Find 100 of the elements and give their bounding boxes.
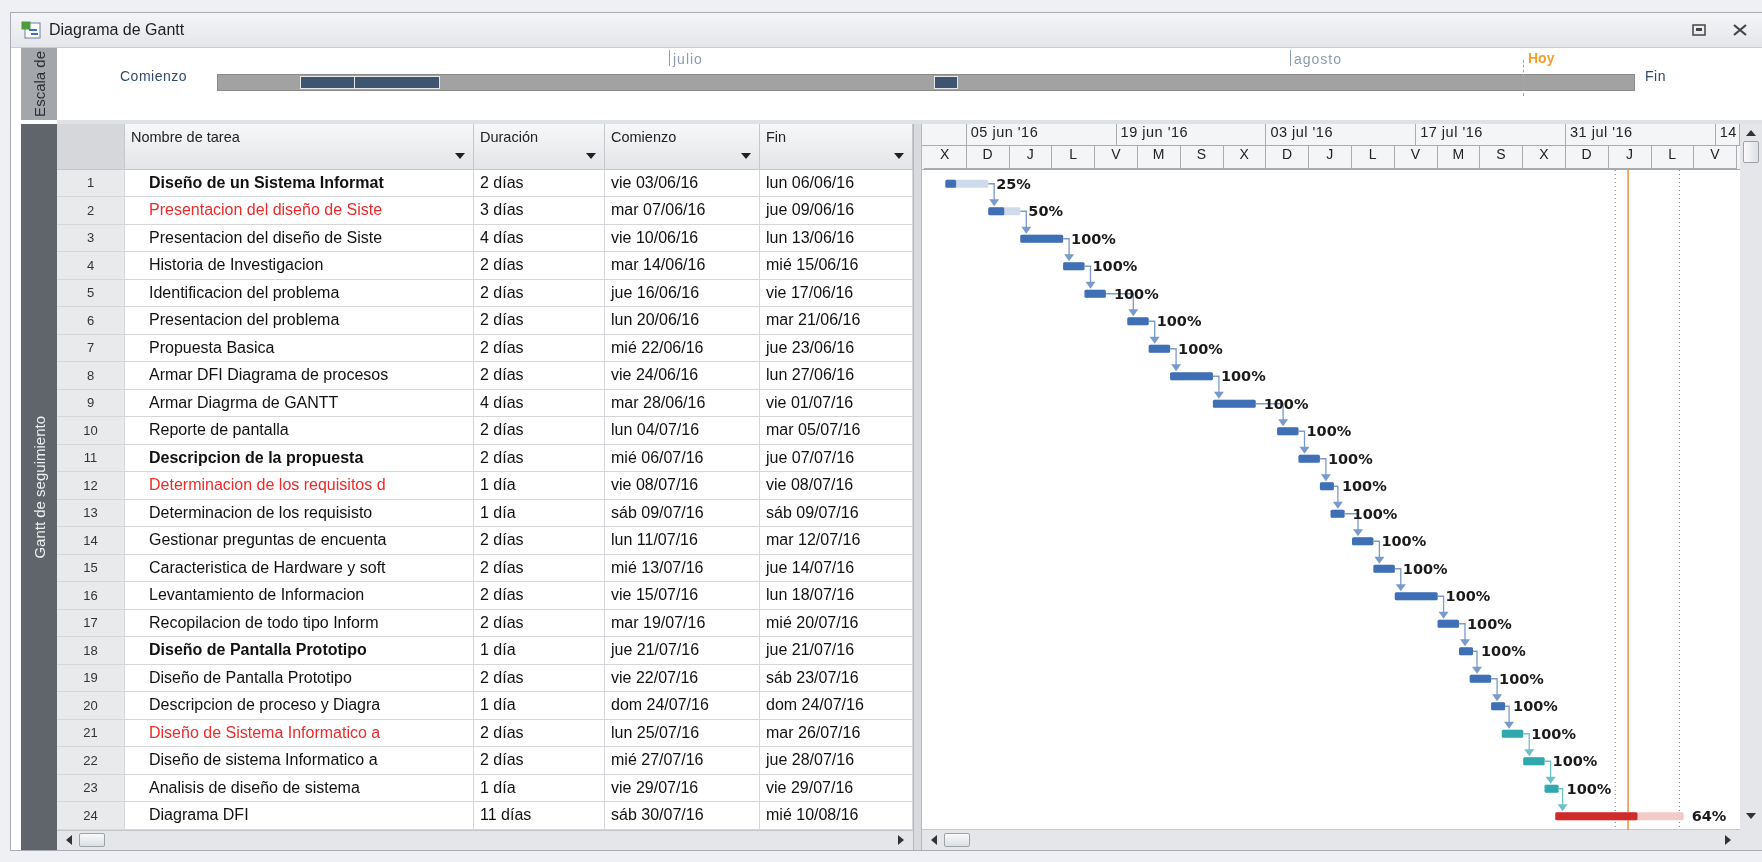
row-number: 18 — [57, 637, 125, 665]
table-cell: Gestionar preguntas de encuenta — [125, 527, 474, 555]
task-bar[interactable] — [1319, 482, 1334, 491]
side-panel-tab[interactable]: Escala de — [21, 48, 57, 120]
table-cell: vie 10/06/16 — [605, 224, 760, 253]
task-bar[interactable] — [1127, 317, 1149, 326]
percent-label: 100% — [1092, 258, 1138, 275]
row-number: 9 — [57, 389, 125, 418]
scrollbar-thumb[interactable] — [944, 833, 970, 847]
scrollbar-thumb[interactable] — [1743, 141, 1759, 163]
table-cell: 11 días — [474, 802, 605, 830]
task-bar[interactable] — [1394, 592, 1438, 601]
table-cell: 2 días — [474, 719, 605, 748]
task-bar[interactable] — [1501, 729, 1524, 738]
caret-icon[interactable] — [741, 152, 751, 159]
table-cell: 1 día — [474, 774, 605, 803]
start-label: Comienzo — [120, 68, 188, 84]
table-cell: lun 20/06/16 — [605, 307, 760, 335]
table-cell: 2 días — [474, 527, 605, 555]
today-label: Hoy — [1528, 50, 1555, 66]
connector-arrow — [1297, 430, 1310, 454]
row-number: 10 — [57, 417, 125, 445]
row-number: 23 — [57, 774, 125, 803]
task-bar[interactable] — [1352, 537, 1374, 546]
row-number: 5 — [57, 279, 125, 308]
task-bar[interactable] — [1459, 647, 1473, 656]
task-bar[interactable] — [945, 179, 989, 188]
task-bar[interactable] — [1063, 262, 1085, 271]
table-cell: mié 27/07/16 — [605, 747, 760, 775]
task-bar[interactable] — [1469, 674, 1492, 683]
task-bar[interactable] — [1555, 812, 1684, 821]
task-bar[interactable] — [1148, 344, 1171, 353]
table-cell: jue 16/06/16 — [605, 279, 760, 308]
column-header[interactable]: Nombre de tarea — [125, 124, 474, 169]
task-bar[interactable] — [988, 207, 1021, 216]
task-bar[interactable] — [1084, 289, 1106, 298]
table-cell: 2 días — [474, 609, 605, 638]
task-bar[interactable] — [1330, 509, 1345, 518]
scroll-left-icon[interactable] — [930, 835, 938, 845]
window-title: Diagrama de Gantt — [49, 21, 186, 39]
table-cell: Diseño de sistema Informatico a — [125, 747, 474, 775]
restore-icon[interactable] — [1692, 24, 1706, 36]
task-bar[interactable] — [1212, 399, 1256, 408]
day-header: X — [1523, 146, 1566, 169]
connector-arrow — [1543, 760, 1556, 784]
scroll-right-icon[interactable] — [897, 835, 905, 846]
table-cell: 1 día — [474, 637, 605, 665]
scrollbar-thumb[interactable] — [79, 833, 105, 848]
caret-icon[interactable] — [455, 152, 465, 159]
task-bar[interactable] — [1373, 564, 1395, 573]
percent-label: 100% — [1327, 450, 1373, 467]
side-panel-tab[interactable]: Gantt de seguimiento — [21, 124, 57, 850]
week-header: 14 — [1715, 124, 1740, 146]
task-bar[interactable] — [1523, 757, 1545, 766]
percent-label: 50% — [1028, 203, 1063, 220]
connector-arrow — [1083, 265, 1096, 289]
caret-icon[interactable] — [894, 152, 904, 159]
task-bar[interactable] — [1277, 427, 1299, 436]
scroll-right-icon[interactable] — [1724, 835, 1732, 845]
scroll-down-icon[interactable] — [1746, 812, 1756, 820]
percent-label: 100% — [1566, 780, 1612, 797]
table-cell: jue 21/07/16 — [605, 637, 760, 665]
task-bar[interactable] — [1020, 234, 1064, 243]
task-bar[interactable] — [1170, 372, 1213, 381]
task-bar[interactable] — [1491, 702, 1506, 711]
table-cell: 4 días — [474, 389, 605, 418]
month-label: agosto — [1290, 50, 1343, 66]
row-number: 20 — [57, 692, 125, 720]
table-cell: mar 19/07/16 — [605, 609, 760, 638]
table-cell: 3 días — [474, 197, 605, 225]
select-all-cell[interactable] — [57, 124, 125, 169]
day-header: S — [1180, 146, 1224, 169]
day-header: V — [1095, 146, 1138, 169]
table-cell: vie 03/06/16 — [605, 169, 760, 198]
day-header: D — [966, 146, 1010, 169]
column-header[interactable]: Comienzo — [605, 124, 760, 169]
column-header[interactable]: Duración — [474, 124, 605, 169]
scroll-left-icon[interactable] — [65, 835, 73, 846]
task-bar[interactable] — [1544, 784, 1559, 793]
percent-label: 100% — [1178, 340, 1223, 357]
scroll-up-icon[interactable] — [1746, 129, 1756, 137]
close-icon[interactable] — [1732, 24, 1748, 36]
connector-arrow — [1436, 595, 1449, 619]
week-header: 03 jul '16 — [1266, 124, 1417, 146]
day-header: D — [1266, 146, 1310, 169]
percent-label: 100% — [1513, 698, 1558, 715]
table-cell: 2 días — [474, 362, 605, 390]
day-header: X — [1223, 146, 1267, 169]
table-cell: 2 días — [474, 279, 605, 308]
connector-arrow — [1472, 650, 1482, 674]
caret-icon[interactable] — [586, 152, 596, 159]
table-cell: vie 08/07/16 — [605, 472, 760, 500]
percent-label: 100% — [1499, 670, 1544, 687]
day-header: J — [1608, 146, 1652, 169]
task-bar[interactable] — [1298, 454, 1320, 463]
row-number: 11 — [57, 444, 125, 473]
task-bar[interactable] — [1437, 619, 1459, 628]
table-cell: 2 días — [474, 307, 605, 335]
table-cell: vie 24/06/16 — [605, 362, 760, 390]
percent-label: 100% — [1341, 478, 1387, 495]
